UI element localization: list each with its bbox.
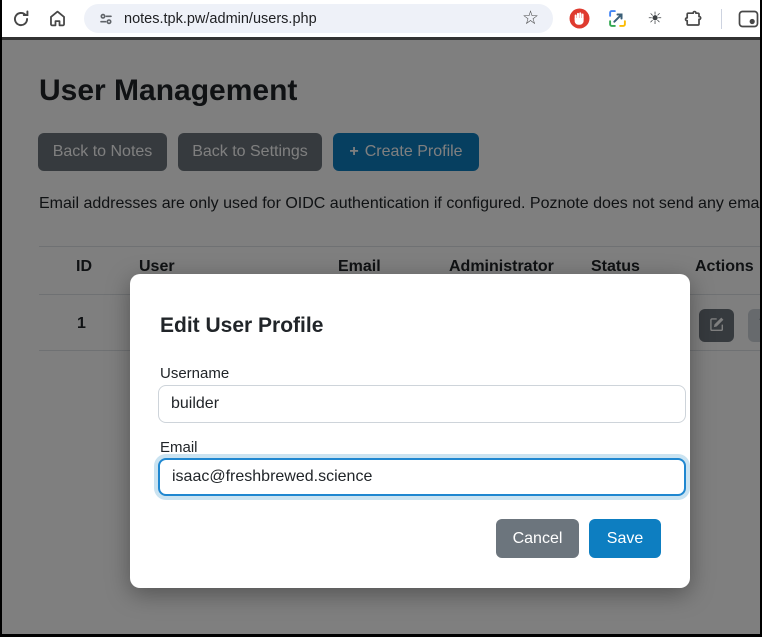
adblock-hand-icon[interactable] <box>567 7 591 31</box>
browser-toolbar: ☆ <box>2 0 760 37</box>
browser-window: ☆ <box>0 0 762 637</box>
profile-panel-icon[interactable] <box>736 7 760 31</box>
bookmark-star-icon[interactable]: ☆ <box>518 9 543 28</box>
username-label: Username <box>160 365 229 382</box>
home-icon[interactable] <box>42 4 72 34</box>
extensions-puzzle-icon[interactable] <box>681 7 705 31</box>
edit-user-profile-modal: Edit User Profile Username Email Cancel … <box>130 274 690 588</box>
email-label: Email <box>160 439 198 456</box>
modal-title: Edit User Profile <box>160 314 323 338</box>
screenshot-extension-icon[interactable] <box>605 7 629 31</box>
cancel-button[interactable]: Cancel <box>496 519 579 558</box>
site-settings-icon[interactable] <box>94 7 118 31</box>
sun-extension-icon[interactable]: ☀ <box>643 7 667 31</box>
email-field[interactable] <box>158 458 686 496</box>
save-button[interactable]: Save <box>589 519 661 558</box>
username-field[interactable] <box>158 385 686 423</box>
toolbar-separator <box>721 9 722 29</box>
extension-icons: ☀ <box>567 7 760 31</box>
user-management-page: User Management Back to Notes Back to Se… <box>2 40 760 634</box>
url-input[interactable] <box>124 11 518 27</box>
reload-icon[interactable] <box>6 4 36 34</box>
omnibox[interactable]: ☆ <box>84 4 553 33</box>
